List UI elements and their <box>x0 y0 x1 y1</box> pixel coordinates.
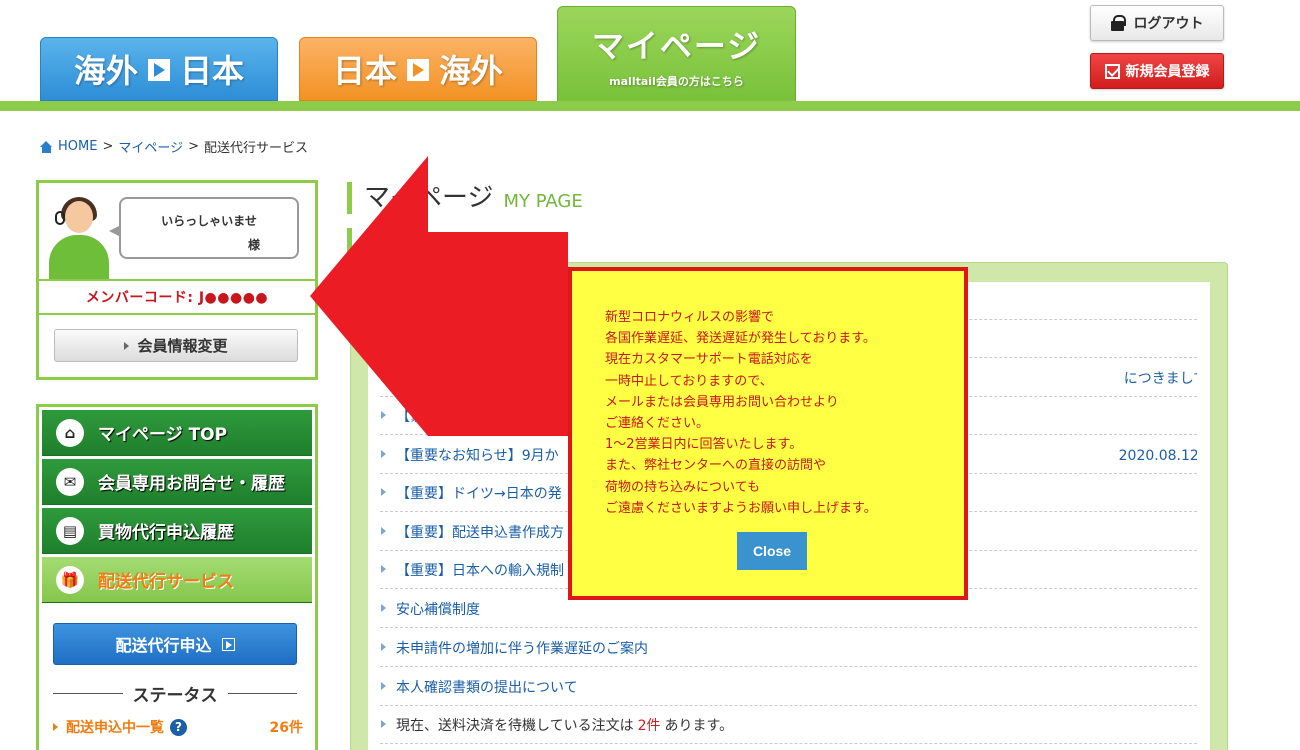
modal-line: メールまたは会員専用お問い合わせより <box>605 394 839 410</box>
modal-line: 一時中止しておりますので、 <box>605 373 773 389</box>
page: 海外 日本 日本 海外 マイページ malltail会員の方はこちら ログアウト… <box>0 0 1300 750</box>
tab-overseas-from-label: 海外 <box>73 52 138 90</box>
status-row-pending[interactable]: 配送申込中一覧 ? 26件 <box>53 717 303 737</box>
sidebar-item-label: 配送代行サービス <box>98 572 234 592</box>
modal-line: 1～2営業日内に回答いたします。 <box>605 437 803 453</box>
breadcrumb-home[interactable]: HOME <box>58 139 97 154</box>
sidebar-item-delivery-service[interactable]: 🎁 配送代行サービス <box>42 557 312 603</box>
greeting-honorific: 様 <box>247 238 260 252</box>
breadcrumb-separator: > <box>102 139 114 154</box>
member-info-edit-button[interactable]: 会員情報変更 <box>54 329 298 362</box>
greeting-text: いらっしゃいませ <box>161 214 257 228</box>
status-heading-label: ステータス <box>132 686 218 706</box>
arrow-right-icon <box>407 59 429 81</box>
status-row-label: 配送申込中一覧 <box>66 720 164 736</box>
greeting-bubble: いらっしゃいませ 様 <box>109 197 299 259</box>
notice-item[interactable]: 未申請件の増加に伴う作業遅延のご案内 <box>380 629 1197 667</box>
breadcrumb-separator: > <box>188 139 200 154</box>
sidebar-nav: ⌂ マイページ TOP ✉ 会員専用お問合せ・履歴 ▤ 買物代行申込履歴 🎁 配… <box>36 404 318 750</box>
sidebar-item-label: 会員専用お問合せ・履歴 <box>98 474 285 494</box>
register-label: 新規会員登録 <box>1125 64 1210 80</box>
tab-overseas-to-japan[interactable]: 海外 日本 <box>40 37 278 101</box>
modal-line: 新型コロナウィルスの影響で <box>605 310 775 325</box>
logout-label: ログアウト <box>1133 16 1204 32</box>
breadcrumb-current: 配送代行サービス <box>204 141 309 156</box>
sidebar-item-shopping-history[interactable]: ▤ 買物代行申込履歴 <box>42 508 312 554</box>
register-button[interactable]: 新規会員登録 <box>1090 53 1224 89</box>
payment-count: 2件 <box>637 717 661 734</box>
notice-heading: IMPORTANT NOTICE <box>347 228 512 254</box>
operator-icon <box>45 197 111 281</box>
tab-mypage-label: マイページ <box>591 27 762 65</box>
chevron-right-icon <box>53 723 58 731</box>
page-title-en: MY PAGE <box>503 191 583 212</box>
breadcrumb: HOME > マイページ > 配送代行サービス <box>40 137 308 156</box>
notice-item[interactable]: 本人確認書類の提出について <box>380 668 1197 706</box>
member-code: メンバーコード: J●●●●● <box>39 279 315 315</box>
tab-overseas-to-label: 日本 <box>180 52 245 90</box>
member-box: いらっしゃいませ 様 メンバーコード: J●●●●● 会員情報変更 <box>36 180 318 380</box>
modal-line: 現在カスタマーサポート電話対応を <box>605 352 813 368</box>
tab-japan-from-label: 日本 <box>332 52 397 90</box>
home-icon: ⌂ <box>56 419 84 447</box>
arrow-right-icon <box>221 637 235 651</box>
sidebar-item-label: 買物代行申込履歴 <box>98 523 234 543</box>
close-button[interactable]: Close <box>737 532 807 570</box>
page-title: マイページ MY PAGE <box>347 182 583 214</box>
modal-line: また、弊社センターへの直接の訪問や <box>605 458 827 474</box>
status-heading: ステータス <box>53 681 297 706</box>
notice-modal: 新型コロナウィルスの影響で各国作業遅延、発送遅延が発生しております。 現在カスタマ… <box>568 267 968 600</box>
gift-icon: 🎁 <box>56 566 84 594</box>
page-title-jp: マイページ <box>364 183 494 213</box>
member-info-edit-label: 会員情報変更 <box>137 337 228 355</box>
modal-line: ご遠慮くださいますようお願い申し上げます。 <box>605 500 877 516</box>
header-divider <box>0 101 1300 111</box>
modal-line: 各国作業遅延、発送遅延が発生しております。 <box>605 331 876 347</box>
delivery-apply-button[interactable]: 配送代行申込 <box>53 623 297 665</box>
status-row-count: 26件 <box>269 720 303 736</box>
notice-item-payment[interactable]: 現在、送料決済を待機している注文は 2件 あります。 <box>380 706 1197 744</box>
logout-button[interactable]: ログアウト <box>1090 5 1224 41</box>
checkbox-icon <box>1104 63 1120 79</box>
breadcrumb-mypage[interactable]: マイページ <box>118 137 183 156</box>
arrow-right-icon <box>148 59 170 81</box>
sidebar-item-inquiry[interactable]: ✉ 会員専用お問合せ・履歴 <box>42 459 312 505</box>
home-icon <box>40 140 53 153</box>
delivery-apply-label: 配送代行申込 <box>115 636 212 655</box>
mail-icon: ✉ <box>56 468 84 496</box>
help-icon[interactable]: ? <box>170 718 187 736</box>
modal-line: 荷物の持ち込みについても <box>605 479 760 495</box>
tab-mypage[interactable]: マイページ malltail会員の方はこちら <box>557 6 796 104</box>
tab-japan-to-label: 海外 <box>439 52 504 90</box>
modal-message: 新型コロナウィルスの影響で各国作業遅延、発送遅延が発生しております。 現在カスタマ… <box>605 307 944 519</box>
tab-mypage-sublabel: malltail会員の方はこちら <box>609 75 744 88</box>
lock-icon <box>1110 15 1126 31</box>
sidebar-item-mypage-top[interactable]: ⌂ マイページ TOP <box>42 410 312 456</box>
document-icon: ▤ <box>56 517 84 545</box>
chevron-right-icon <box>124 341 130 350</box>
sidebar-item-label: マイページ TOP <box>98 425 228 445</box>
tab-japan-to-overseas[interactable]: 日本 海外 <box>299 37 537 101</box>
modal-line: ご連絡ください。 <box>605 416 710 432</box>
